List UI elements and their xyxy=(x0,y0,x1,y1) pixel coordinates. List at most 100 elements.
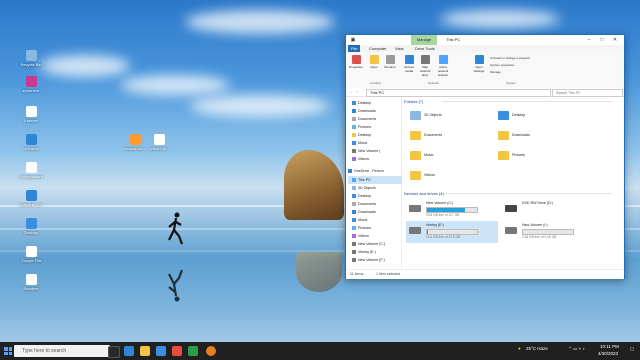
search-input[interactable]: Search This PC xyxy=(552,89,623,97)
drives-header[interactable]: Devices and drives (4) xyxy=(404,191,611,196)
desktop-icon[interactable]: Google File xyxy=(14,246,48,263)
drive-item[interactable]: DVD RW Drive (D:) xyxy=(502,199,594,221)
nav-item[interactable]: Pictures xyxy=(352,224,371,232)
clock-date[interactable]: 4/30/2023 xyxy=(598,351,618,356)
nav-item[interactable]: New Volume (F:) xyxy=(352,256,385,264)
folder-item[interactable]: Pictures xyxy=(494,149,564,167)
desktop-file[interactable]: python dn... xyxy=(142,134,176,151)
windows-start-icon[interactable] xyxy=(4,347,12,355)
desktop-icon xyxy=(352,194,356,199)
open-icon xyxy=(369,55,379,64)
desktop-icon-label: Google File xyxy=(20,258,42,263)
folder-item[interactable]: 3D Objects xyxy=(406,109,476,127)
nav-label: Downloads xyxy=(358,109,376,113)
folder-item[interactable]: Music xyxy=(406,149,476,167)
desktop-icon[interactable]: Wondershare xyxy=(14,162,48,179)
group-network: Network xyxy=(428,81,440,85)
media-icon xyxy=(404,55,414,64)
music-folder-icon xyxy=(410,151,421,160)
folder-item[interactable]: Downloads xyxy=(494,129,564,147)
uninstall-program-link[interactable]: Uninstall or change a program xyxy=(490,56,530,60)
nav-item[interactable]: 3D Objects xyxy=(352,184,376,192)
back-icon[interactable]: ← xyxy=(349,89,353,94)
folder-item[interactable]: Videos xyxy=(406,169,476,187)
nav-item[interactable]: Documents xyxy=(352,200,376,208)
desktop-icon[interactable]: zplus.exe xyxy=(14,76,48,93)
nav-item[interactable]: Downloads xyxy=(352,208,376,216)
folder-label: Pictures xyxy=(512,153,525,157)
folder-item[interactable]: Documents xyxy=(406,129,476,147)
system-properties-link[interactable]: System properties xyxy=(490,63,514,67)
manage-link[interactable]: Manage xyxy=(490,70,501,74)
file-explorer-icon[interactable] xyxy=(140,346,150,356)
drive-item[interactable]: New Volume (I:) 2.06 GB free of 2.06 GB xyxy=(502,221,594,243)
desktop-icon[interactable]: Readme xyxy=(14,274,48,291)
drive-usage-fill xyxy=(427,230,428,234)
maximize-icon[interactable]: □ xyxy=(597,36,607,44)
desktop-icon[interactable]: Desktop xyxy=(14,218,48,235)
clock-time[interactable]: 10:11 PM xyxy=(600,344,619,349)
documents-icon xyxy=(352,202,356,207)
tray-icons[interactable]: ⌃ ▭ ◗ ♪ xyxy=(568,346,585,352)
nav-item[interactable]: Desktop xyxy=(352,192,371,200)
nav-item[interactable]: New Volume (C:) xyxy=(352,240,385,248)
drive-space: 14.4 GB free of 14.5 GB xyxy=(426,235,461,239)
tab-drive-tools[interactable]: Drive Tools xyxy=(412,45,438,52)
nav-item[interactable]: New Volume ( xyxy=(352,147,380,155)
task-view-icon[interactable] xyxy=(108,346,120,358)
map-network-drive-button[interactable]: Map network drive xyxy=(418,55,432,77)
desktop-icon[interactable]: Internet xyxy=(14,106,48,123)
properties-button[interactable]: Properties xyxy=(349,55,363,69)
nav-item-onedrive[interactable]: OneDrive - Person xyxy=(348,167,384,175)
folder-item[interactable]: Desktop xyxy=(494,109,564,127)
access-media-button[interactable]: Access media xyxy=(402,55,416,73)
nav-label: Documents xyxy=(358,117,377,121)
open-settings-button[interactable]: Open Settings xyxy=(472,55,486,73)
tab-view[interactable]: View xyxy=(392,45,407,52)
nav-item[interactable]: Music xyxy=(352,139,367,147)
usb-drive-icon xyxy=(352,250,356,255)
manage-tab[interactable]: Manage xyxy=(411,35,437,45)
weather-icon[interactable]: ● xyxy=(518,346,521,351)
nav-label: Desktop xyxy=(358,133,372,137)
tab-file[interactable]: File xyxy=(348,45,361,52)
notification-icon[interactable]: ▢ xyxy=(630,346,634,352)
nav-item[interactable]: Desktop xyxy=(352,99,371,107)
edge-icon[interactable] xyxy=(124,346,134,356)
nav-item[interactable]: Music xyxy=(352,216,367,224)
status-selected: 1 item selected xyxy=(376,272,401,276)
address-bar[interactable]: This PC xyxy=(366,89,551,97)
app-icon[interactable] xyxy=(188,346,198,356)
drive-item-selected[interactable]: Ventoy (E:) 14.4 GB free of 14.5 GB xyxy=(406,221,498,243)
nav-item[interactable]: Pictures xyxy=(352,123,371,131)
store-icon[interactable] xyxy=(156,346,166,356)
desktop-icon[interactable]: Uninstall xyxy=(14,134,48,151)
up-icon[interactable]: ↑ xyxy=(356,89,358,94)
nav-item[interactable]: Documents xyxy=(352,115,376,123)
group-system: System xyxy=(506,81,517,85)
nav-item[interactable]: Desktop xyxy=(352,131,371,139)
nav-item[interactable]: Videos xyxy=(352,155,369,163)
minimize-icon[interactable]: – xyxy=(584,36,594,44)
chrome-icon[interactable] xyxy=(172,346,182,356)
add-network-location-button[interactable]: Add a network location xyxy=(436,55,450,77)
drive-item[interactable]: New Volume (C:) 29.8 GB free of 117 GB xyxy=(406,199,498,221)
app-icon xyxy=(25,162,37,173)
desktop-icon[interactable]: Sumatra PDF xyxy=(14,190,48,207)
folders-header[interactable]: Folders (7) xyxy=(404,99,616,104)
app-icon[interactable] xyxy=(206,346,216,356)
weather-text[interactable]: 25°C Haze xyxy=(526,346,548,351)
desktop-icon[interactable]: Recycle Bin xyxy=(14,50,48,67)
tab-computer[interactable]: Computer xyxy=(366,45,390,52)
taskbar-search-input[interactable]: Type here to search xyxy=(14,345,110,357)
nav-item[interactable]: Downloads xyxy=(352,107,376,115)
open-button[interactable]: Open xyxy=(367,55,381,69)
rename-button[interactable]: Rename xyxy=(383,55,397,69)
nav-label: OneDrive - Person xyxy=(354,169,384,173)
nav-item-this-pc[interactable]: This PC xyxy=(348,176,402,184)
nav-item[interactable]: Videos xyxy=(352,232,369,240)
nav-item[interactable]: Ventoy (E:) xyxy=(352,248,376,256)
music-icon xyxy=(352,218,356,223)
close-icon[interactable]: ✕ xyxy=(610,36,620,44)
usb-drive-icon xyxy=(409,227,421,234)
